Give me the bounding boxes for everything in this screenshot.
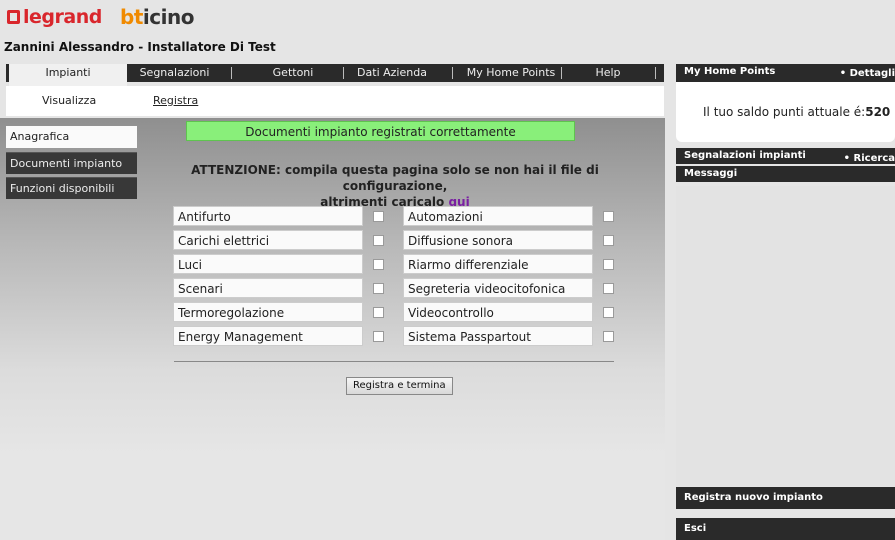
segnalazioni-panel-header: Segnalazioni impianti • Ricerca	[676, 148, 895, 164]
function-label-energy-management: Energy Management	[173, 326, 363, 346]
messaggi-panel-title: Messaggi	[684, 168, 738, 179]
tab-my-home-points[interactable]: My Home Points	[461, 64, 561, 82]
divider	[174, 361, 614, 362]
function-label-scenari: Scenari	[173, 278, 363, 298]
points-balance-label: Il tuo saldo punti attuale é:	[703, 105, 866, 119]
function-label-segreteria-videocitofonica: Segreteria videocitofonica	[403, 278, 593, 298]
legrand-logo: legrand	[7, 6, 102, 28]
tab-separator	[561, 67, 562, 79]
legrand-logo-icon	[7, 10, 20, 24]
tab-gettoni[interactable]: Gettoni	[253, 64, 333, 82]
subnav-registra[interactable]: Registra	[153, 94, 198, 107]
user-name: Zannini Alessandro - Installatore Di Tes…	[4, 40, 276, 54]
warning-line: ATTENZIONE: compila questa pagina solo s…	[191, 163, 599, 193]
function-label-diffusione-sonora: Diffusione sonora	[403, 230, 593, 250]
tab-impianti[interactable]: Impianti	[9, 64, 127, 86]
function-label-termoregolazione: Termoregolazione	[173, 302, 363, 322]
tab-label: My Home Points	[466, 66, 556, 79]
points-panel-title: My Home Points	[684, 66, 776, 77]
esci-label: Esci	[684, 523, 707, 534]
bticino-logo: bticino	[120, 5, 194, 29]
checkbox-scenari[interactable]	[373, 283, 384, 294]
points-balance-value: 520	[865, 105, 891, 119]
checkbox-videocontrollo[interactable]	[603, 307, 614, 318]
checkbox-carichi-elettrici[interactable]	[373, 235, 384, 246]
function-label-riarmo-differenziale: Riarmo differenziale	[403, 254, 593, 274]
function-label-carichi-elettrici: Carichi elettrici	[173, 230, 363, 250]
bticino-logo-mark: bt	[120, 5, 143, 29]
side-item-funzioni-disponibili[interactable]: Funzioni disponibili	[6, 177, 137, 199]
segnalazioni-search-link[interactable]: • Ricerca	[844, 153, 895, 164]
tab-label: Dati Azienda	[357, 66, 427, 79]
messaggi-panel-header: Messaggi	[676, 166, 895, 182]
checkbox-riarmo-differenziale[interactable]	[603, 259, 614, 270]
points-panel-header: My Home Points • Dettagli	[676, 64, 895, 82]
tab-label: Gettoni	[272, 66, 314, 79]
function-label-antifurto: Antifurto	[173, 206, 363, 226]
checkbox-diffusione-sonora[interactable]	[603, 235, 614, 246]
checkbox-termoregolazione[interactable]	[373, 307, 384, 318]
esci-button[interactable]: Esci	[676, 518, 895, 540]
checkbox-luci[interactable]	[373, 259, 384, 270]
function-label-sistema-passpartout: Sistema Passpartout	[403, 326, 593, 346]
registra-nuovo-impianto-button[interactable]: Registra nuovo impianto	[676, 487, 895, 509]
function-label-automazioni: Automazioni	[403, 206, 593, 226]
tab-label: Segnalazioni	[139, 66, 210, 79]
sub-navigation: Visualizza Registra	[6, 86, 664, 116]
checkbox-automazioni[interactable]	[603, 211, 614, 222]
bticino-logo-text: icino	[142, 5, 195, 29]
tab-label: Impianti	[45, 66, 91, 79]
registra-e-termina-button[interactable]: Registra e termina	[346, 377, 453, 395]
function-label-videocontrollo: Videocontrollo	[403, 302, 593, 322]
tab-separator	[231, 67, 232, 79]
side-item-documenti-impianto[interactable]: Documenti impianto	[6, 152, 137, 174]
tab-label: Help	[595, 66, 621, 79]
checkbox-segreteria-videocitofonica[interactable]	[603, 283, 614, 294]
function-label-luci: Luci	[173, 254, 363, 274]
tab-separator	[452, 67, 453, 79]
tab-dati-azienda[interactable]: Dati Azienda	[352, 64, 432, 82]
success-message: Documenti impianto registrati correttame…	[186, 121, 575, 141]
tab-segnalazioni[interactable]: Segnalazioni	[137, 64, 212, 82]
tab-separator	[343, 67, 344, 79]
checkbox-energy-management[interactable]	[373, 331, 384, 342]
tab-separator	[655, 67, 656, 79]
legrand-logo-text: legrand	[23, 6, 102, 28]
tab-help[interactable]: Help	[578, 64, 638, 82]
registra-nuovo-impianto-label: Registra nuovo impianto	[684, 492, 823, 503]
side-item-anagrafica[interactable]: Anagrafica	[6, 126, 137, 148]
messages-area	[676, 186, 895, 486]
warning-message: ATTENZIONE: compila questa pagina solo s…	[165, 162, 625, 210]
points-balance: Il tuo saldo punti attuale é:520	[703, 105, 890, 119]
main-tab-bar: Impianti Segnalazioni Gettoni Dati Azien…	[6, 64, 664, 86]
segnalazioni-panel-title: Segnalazioni impianti	[684, 150, 806, 161]
subnav-visualizza[interactable]: Visualizza	[42, 94, 96, 107]
points-details-link[interactable]: • Dettagli	[840, 68, 895, 79]
checkbox-antifurto[interactable]	[373, 211, 384, 222]
checkbox-sistema-passpartout[interactable]	[603, 331, 614, 342]
